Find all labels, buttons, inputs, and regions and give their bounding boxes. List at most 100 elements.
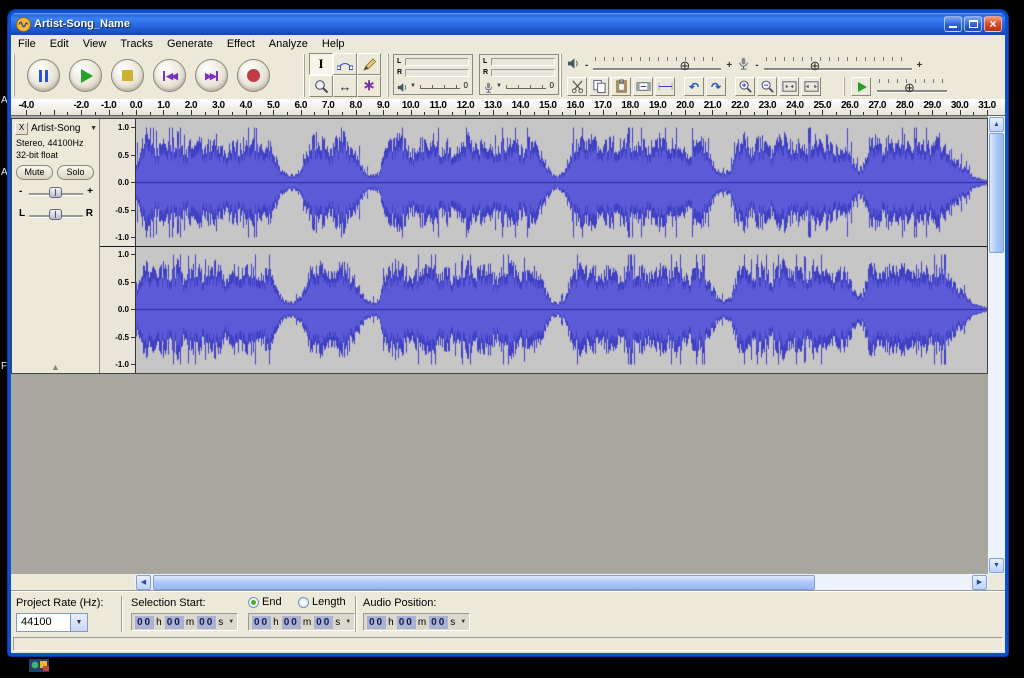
menu-analyze[interactable]: Analyze [262, 37, 315, 51]
audio-position-field-s-digits[interactable]: 00 [429, 616, 448, 629]
cut-button[interactable] [567, 77, 587, 96]
meter-dropdown-icon[interactable]: ▼ [496, 83, 502, 89]
track-title[interactable]: Artist-Song [31, 123, 90, 134]
recording-meter[interactable]: L R ▼ 0 [479, 54, 559, 95]
record-button[interactable] [237, 59, 270, 92]
scroll-left-icon[interactable]: ◀ [136, 575, 151, 590]
combobox-dropdown-icon[interactable]: ▼ [70, 614, 87, 631]
toolbar-grip[interactable] [303, 54, 307, 97]
paste-button[interactable] [611, 77, 631, 96]
selection-end-field-m-digits[interactable]: 00 [282, 616, 301, 629]
radio-length-circle[interactable] [298, 597, 309, 608]
maximize-button[interactable] [964, 16, 982, 32]
draw-tool-button[interactable] [357, 53, 381, 75]
mute-button[interactable]: Mute [16, 165, 53, 180]
gain-slider-thumb[interactable] [49, 187, 62, 198]
titlebar[interactable]: Artist-Song_Name × [11, 13, 1005, 35]
menu-help[interactable]: Help [315, 37, 352, 51]
fit-project-button[interactable] [801, 77, 821, 96]
vertical-scroll-thumb[interactable] [989, 133, 1004, 253]
zoom-out-button[interactable] [757, 77, 777, 96]
audio-position-field[interactable]: 00h00m00s▼ [363, 613, 470, 631]
close-button[interactable]: × [984, 16, 1002, 32]
menu-view[interactable]: View [76, 37, 114, 51]
gain-slider[interactable]: - + [12, 185, 100, 201]
envelope-tool-button[interactable] [333, 53, 357, 75]
menu-tracks[interactable]: Tracks [113, 37, 160, 51]
scroll-right-icon[interactable]: ▶ [972, 575, 987, 590]
rewind-button[interactable]: ◀◀ [153, 59, 186, 92]
play-at-speed-button[interactable] [851, 77, 871, 96]
forward-button[interactable]: ▶▶ [195, 59, 228, 92]
horizontal-scroll-thumb[interactable] [153, 575, 815, 590]
selection-start-field[interactable]: 00h00m00s▼ [131, 613, 238, 631]
desktop-shortcut-icon[interactable] [28, 656, 52, 674]
solo-button[interactable]: Solo [57, 165, 94, 180]
output-volume-thumb[interactable]: ⊕ [679, 59, 690, 72]
menu-file[interactable]: File [11, 37, 43, 51]
vertical-scrollbar[interactable]: ▲ ▼ [988, 116, 1005, 574]
scroll-up-icon[interactable]: ▲ [989, 117, 1004, 132]
selection-tool-icon: I [318, 56, 323, 72]
track-close-button[interactable]: X [15, 122, 28, 135]
pan-slider-thumb[interactable] [49, 209, 62, 220]
undo-button[interactable]: ↶ [684, 77, 704, 96]
play-button[interactable] [69, 59, 102, 92]
play-speed-slider[interactable]: ⊕ [877, 78, 947, 96]
selection-end-field[interactable]: 00h00m00s▼ [248, 613, 355, 631]
trim-button[interactable] [633, 77, 653, 96]
fit-selection-button[interactable] [779, 77, 799, 96]
zoom-in-button[interactable] [735, 77, 755, 96]
timefield-dropdown-icon[interactable]: ▼ [228, 619, 234, 625]
selection-end-field-h-digits[interactable]: 00 [252, 616, 271, 629]
timeshift-tool-button[interactable]: ↔ [333, 75, 357, 97]
track-menu-dropdown-icon[interactable]: ▼ [90, 125, 97, 132]
timeline-ruler[interactable]: -4.0-2.0-1.00.01.02.03.04.05.06.07.08.09… [11, 99, 1005, 116]
selection-tool-button[interactable]: I [309, 53, 333, 75]
meter-channel-label: R [397, 69, 405, 77]
timefield-dropdown-icon[interactable]: ▼ [460, 619, 466, 625]
scroll-down-icon[interactable]: ▼ [989, 558, 1004, 573]
minimize-button[interactable] [944, 16, 962, 32]
track-collapse-icon[interactable]: ▲ [12, 363, 99, 372]
project-rate-combobox[interactable]: 44100 ▼ [16, 613, 88, 632]
radio-end-label: End [262, 596, 282, 608]
playback-meter[interactable]: L R ▼ 0 [393, 54, 473, 95]
timefield-dropdown-icon[interactable]: ▼ [345, 619, 351, 625]
play-speed-thumb[interactable]: ⊕ [904, 81, 915, 94]
multi-tool-button[interactable]: ∗ [357, 75, 381, 97]
meter-dropdown-icon[interactable]: ▼ [410, 83, 416, 89]
radio-length[interactable]: Length [298, 596, 346, 608]
copy-button[interactable] [589, 77, 609, 96]
zoom-tool-button[interactable] [309, 75, 333, 97]
toolbar-grip[interactable] [560, 54, 564, 97]
selection-start-field-s-digits[interactable]: 00 [197, 616, 216, 629]
waveform-right-channel[interactable] [136, 246, 987, 373]
waveform-left-channel[interactable] [136, 119, 987, 246]
input-volume-slider[interactable]: ⊕ [764, 56, 912, 74]
radio-end-circle[interactable] [248, 597, 259, 608]
selection-start-field-h-digits[interactable]: 00 [135, 616, 154, 629]
toolbar-grip[interactable] [843, 77, 847, 96]
horizontal-scrollbar[interactable]: ◀ ▶ [135, 574, 988, 591]
track-area[interactable]: X Artist-Song ▼ Stereo, 44100Hz 32-bit f… [11, 116, 988, 574]
radio-end[interactable]: End [248, 596, 282, 608]
toolbar-grip[interactable] [13, 54, 17, 97]
menu-effect[interactable]: Effect [220, 37, 262, 51]
pan-slider[interactable]: L R [12, 207, 100, 223]
radio-length-label: Length [312, 596, 346, 608]
audacity-logo-icon [16, 17, 31, 32]
selection-start-field-m-digits[interactable]: 00 [165, 616, 184, 629]
menu-edit[interactable]: Edit [43, 37, 76, 51]
redo-button[interactable]: ↷ [706, 77, 726, 96]
pause-button[interactable] [27, 59, 60, 92]
silence-button[interactable] [655, 77, 675, 96]
input-volume-thumb[interactable]: ⊕ [810, 59, 821, 72]
stop-button[interactable] [111, 59, 144, 92]
toolbar-grip[interactable] [387, 54, 391, 97]
output-volume-slider[interactable]: ⊕ [593, 56, 721, 74]
audio-position-field-m-digits[interactable]: 00 [397, 616, 416, 629]
menu-generate[interactable]: Generate [160, 37, 220, 51]
selection-end-field-s-digits[interactable]: 00 [314, 616, 333, 629]
audio-position-field-h-digits[interactable]: 00 [367, 616, 386, 629]
